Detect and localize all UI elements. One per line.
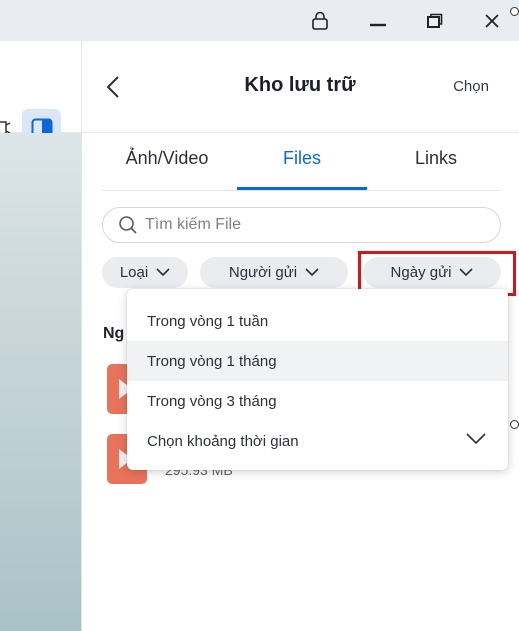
filter-type-button[interactable]: Loại xyxy=(102,257,188,288)
page-title: Kho lưu trữ xyxy=(244,74,356,96)
date-filter-dropdown: Trong vòng 1 tuần Trong vòng 1 tháng Tro… xyxy=(127,289,508,470)
panel-divider xyxy=(81,41,82,631)
resize-handle[interactable] xyxy=(510,7,519,16)
tab-links[interactable]: Links xyxy=(372,148,500,169)
tab-files[interactable]: Files xyxy=(237,148,367,169)
left-toolbar xyxy=(0,41,81,148)
dropdown-option-3-months[interactable]: Trong vòng 3 tháng xyxy=(127,381,508,421)
chevron-down-icon xyxy=(156,268,170,277)
filter-type-label: Loại xyxy=(119,264,149,281)
restore-icon[interactable] xyxy=(415,5,455,37)
dropdown-option-1-week[interactable]: Trong vòng 1 tuần xyxy=(127,301,508,341)
filter-sender-label: Người gửi xyxy=(228,264,298,281)
tab-media[interactable]: Ảnh/Video xyxy=(103,148,231,169)
tabs-divider xyxy=(102,190,501,191)
select-button[interactable]: Chọn xyxy=(440,78,502,95)
resize-handle[interactable] xyxy=(510,420,519,429)
header-divider xyxy=(82,132,519,133)
search-icon xyxy=(118,215,138,240)
dropdown-option-1-month[interactable]: Trong vòng 1 tháng xyxy=(127,341,508,381)
custom-range-label: Chọn khoảng thời gian xyxy=(147,432,299,450)
minimize-icon[interactable] xyxy=(358,5,398,37)
conversation-background xyxy=(0,133,81,631)
dropdown-option-custom-range[interactable]: Chọn khoảng thời gian xyxy=(127,421,508,461)
search-box[interactable] xyxy=(102,207,501,243)
window-titlebar xyxy=(0,0,519,41)
chevron-down-icon xyxy=(305,268,319,277)
chevron-down-icon xyxy=(466,433,486,445)
search-input[interactable] xyxy=(145,214,485,236)
chevron-left-icon xyxy=(106,76,119,98)
file-group-label: Ng xyxy=(103,325,125,342)
back-button[interactable] xyxy=(100,72,126,102)
close-icon[interactable] xyxy=(472,5,512,37)
filter-sender-button[interactable]: Người gửi xyxy=(200,257,348,288)
lock-icon[interactable] xyxy=(300,5,340,37)
